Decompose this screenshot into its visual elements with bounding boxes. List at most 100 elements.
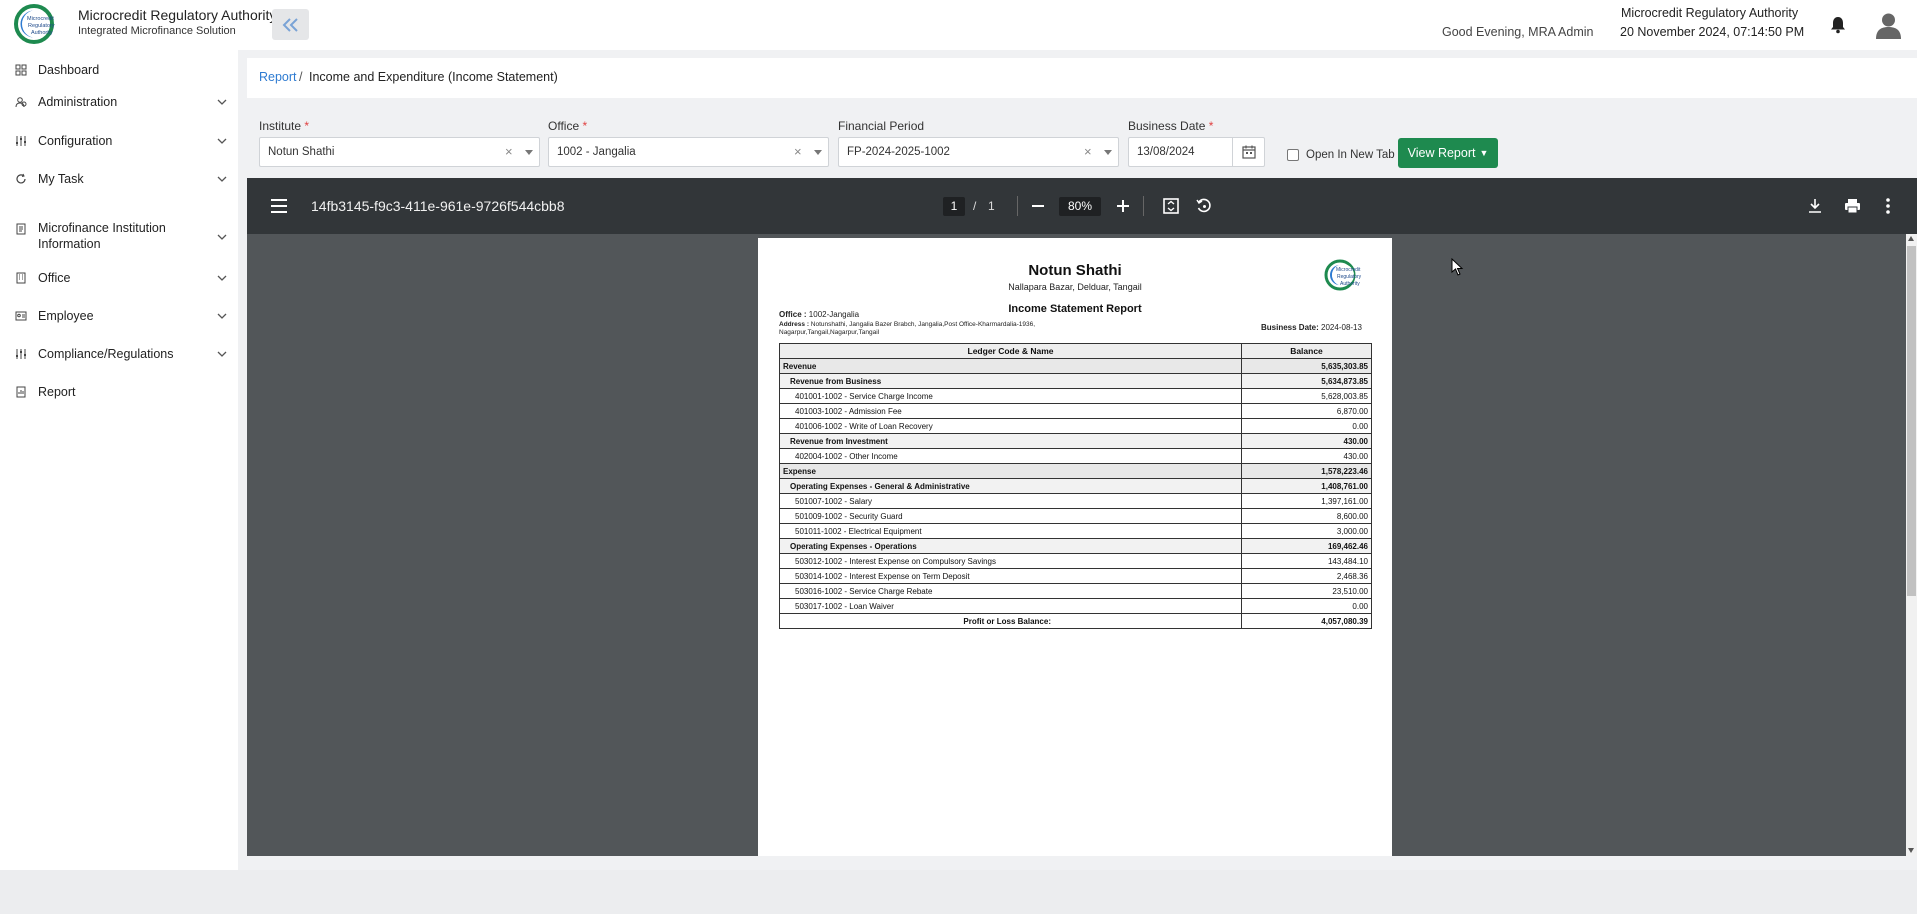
zoom-level-input[interactable]: 80% bbox=[1059, 197, 1101, 216]
profit-loss-amount: 4,057,080.39 bbox=[1241, 613, 1372, 629]
institute-select[interactable]: Notun Shathi × bbox=[259, 137, 540, 167]
sidebar-item-microfinance-institution-information[interactable]: Microfinance Institution Information bbox=[0, 220, 238, 254]
report-business-date-label: Business Date: bbox=[1261, 323, 1319, 332]
sidebar-item-label: My Task bbox=[38, 172, 84, 186]
breadcrumb-report-link[interactable]: Report bbox=[259, 70, 297, 84]
users-icon bbox=[15, 97, 27, 108]
balance-cell: 5,628,003.85 bbox=[1241, 388, 1372, 404]
office-select[interactable]: 1002 - Jangalia × bbox=[548, 137, 829, 167]
dropdown-arrow-icon[interactable] bbox=[525, 150, 533, 155]
table-row: Operating Expenses - Operations 169,462.4… bbox=[779, 538, 1372, 554]
ledger-name-cell: 503014-1002 - Interest Expense on Term D… bbox=[779, 568, 1242, 584]
collapse-sidebar-button[interactable] bbox=[272, 9, 309, 40]
ledger-name-cell: 503016-1002 - Service Charge Rebate bbox=[779, 583, 1242, 599]
report-office-label: Office : bbox=[779, 310, 807, 319]
table-row: 501007-1002 - Salary 1,397,161.00 bbox=[779, 493, 1372, 509]
mouse-cursor-icon bbox=[1451, 258, 1464, 276]
sidebar-item-office[interactable]: Office bbox=[0, 268, 238, 288]
table-row: 503014-1002 - Interest Expense on Term D… bbox=[779, 568, 1372, 584]
sliders-icon bbox=[16, 136, 26, 146]
office-label-text: Office bbox=[548, 119, 580, 133]
financial-period-select[interactable]: FP-2024-2025-1002 × bbox=[838, 137, 1119, 167]
ledger-name-cell: 401001-1002 - Service Charge Income bbox=[779, 388, 1242, 404]
balance-column-header: Balance bbox=[1241, 343, 1372, 359]
institute-label-text: Institute bbox=[259, 119, 302, 133]
table-row: 401001-1002 - Service Charge Income 5,628… bbox=[779, 388, 1372, 404]
report-filters: Institute * Notun Shathi × Office * 1002… bbox=[247, 105, 1917, 177]
calendar-icon[interactable] bbox=[1242, 145, 1256, 159]
required-marker: * bbox=[582, 119, 588, 133]
balance-cell: 0.00 bbox=[1241, 598, 1372, 614]
scroll-up-arrow-icon[interactable] bbox=[1908, 236, 1914, 241]
business-date-value: 13/08/2024 bbox=[1137, 146, 1195, 158]
sidebar-item-label: Employee bbox=[38, 309, 94, 323]
toolbar-divider bbox=[1143, 196, 1144, 216]
table-row: 503012-1002 - Interest Expense on Compul… bbox=[779, 553, 1372, 569]
dropdown-arrow-icon[interactable] bbox=[1104, 150, 1112, 155]
download-icon[interactable] bbox=[1808, 198, 1822, 214]
sidebar-item-report[interactable]: Report bbox=[0, 382, 238, 402]
document-icon bbox=[16, 223, 26, 235]
report-institute-address: Nallapara Bazar, Delduar, Tangail bbox=[1008, 282, 1142, 292]
sidebar-item-dashboard[interactable]: Dashboard bbox=[0, 61, 238, 79]
refresh-icon bbox=[16, 173, 26, 184]
sidebar-item-compliance-regulations[interactable]: Compliance/Regulations bbox=[0, 344, 238, 364]
sidebar-item-label: Microfinance Institution Information bbox=[38, 220, 198, 252]
ledger-name-cell: Revenue from Business bbox=[779, 373, 1242, 389]
sidebar-item-configuration[interactable]: Configuration bbox=[0, 131, 238, 151]
sidebar-item-administration[interactable]: Administration bbox=[0, 92, 238, 112]
business-date-input[interactable]: 13/08/2024 bbox=[1128, 137, 1265, 167]
table-row: Revenue from Investment 430.00 bbox=[779, 433, 1372, 449]
business-date-label: Business Date * bbox=[1128, 119, 1213, 133]
pdf-toolbar: 14fb3145-f9c3-411e-961e-9726f544cbb8 1 /… bbox=[247, 178, 1917, 234]
footer-bar bbox=[0, 870, 1917, 914]
table-row: 402004-1002 - Other Income 430.00 bbox=[779, 448, 1372, 464]
balance-cell: 23,510.00 bbox=[1241, 583, 1372, 599]
viewer-scrollbar-thumb[interactable] bbox=[1907, 246, 1916, 596]
notification-bell-icon[interactable] bbox=[1830, 16, 1846, 39]
institute-value: Notun Shathi bbox=[268, 146, 335, 158]
open-in-new-tab-checkbox[interactable] bbox=[1287, 149, 1299, 161]
logo-text-line1: Microcredit bbox=[27, 16, 54, 22]
view-report-button[interactable]: View Report ▼ bbox=[1398, 138, 1498, 168]
required-marker: * bbox=[1208, 119, 1214, 133]
ledger-name-cell: 402004-1002 - Other Income bbox=[779, 448, 1242, 464]
balance-cell: 1,408,761.00 bbox=[1241, 478, 1372, 494]
breadcrumb-current-page: Income and Expenditure (Income Statement… bbox=[309, 70, 558, 84]
report-logo-text-line3: Authority bbox=[1340, 281, 1360, 287]
clear-icon[interactable]: × bbox=[794, 144, 802, 159]
chevron-down-icon bbox=[217, 99, 227, 105]
sidebar-item-label: Dashboard bbox=[38, 63, 100, 77]
user-avatar-icon[interactable] bbox=[1875, 12, 1902, 44]
sidebar-item-employee[interactable]: Employee bbox=[0, 306, 238, 326]
sidebar-item-label-text: Microfinance Institution Information bbox=[38, 221, 166, 251]
balance-cell: 3,000.00 bbox=[1241, 523, 1372, 539]
rotate-icon[interactable] bbox=[1196, 198, 1212, 214]
ledger-name-cell: Operating Expenses - General & Administr… bbox=[779, 478, 1242, 494]
print-icon[interactable] bbox=[1844, 198, 1861, 214]
mra-logo: Microcredit Regulatory Authority bbox=[12, 3, 70, 45]
scroll-down-arrow-icon[interactable] bbox=[1908, 848, 1914, 853]
chevron-down-icon bbox=[217, 234, 227, 240]
balance-cell: 6,870.00 bbox=[1241, 403, 1372, 419]
report-mra-logo: Microcredit Regulatory Authority bbox=[1322, 257, 1374, 298]
top-bar: Microcredit Regulatory Authority Microcr… bbox=[0, 0, 1917, 50]
greeting-text: Good Evening, MRA Admin bbox=[1442, 25, 1594, 39]
clear-icon[interactable]: × bbox=[1084, 144, 1092, 159]
clear-icon[interactable]: × bbox=[505, 144, 513, 159]
zoom-in-icon[interactable] bbox=[1117, 200, 1129, 212]
dropdown-arrow-icon[interactable] bbox=[814, 150, 822, 155]
zoom-out-icon[interactable] bbox=[1032, 205, 1044, 207]
fit-page-icon[interactable] bbox=[1163, 198, 1179, 214]
ledger-name-cell: Revenue from Investment bbox=[779, 433, 1242, 449]
ledger-name-cell: Revenue bbox=[779, 358, 1242, 374]
chevron-down-icon bbox=[217, 313, 227, 319]
balance-cell: 1,397,161.00 bbox=[1241, 493, 1372, 509]
report-office-value: 1002-Jangalia bbox=[808, 310, 860, 319]
ledger-name-cell: 501011-1002 - Electrical Equipment bbox=[779, 523, 1242, 539]
sidebar-item-my-task[interactable]: My Task bbox=[0, 169, 238, 189]
menu-icon[interactable] bbox=[271, 199, 287, 213]
report-address: Address : Notunshathi, Jangalia Bazer Br… bbox=[779, 321, 1109, 337]
more-options-icon[interactable] bbox=[1886, 198, 1890, 214]
page-number-input[interactable]: 1 bbox=[943, 197, 965, 216]
